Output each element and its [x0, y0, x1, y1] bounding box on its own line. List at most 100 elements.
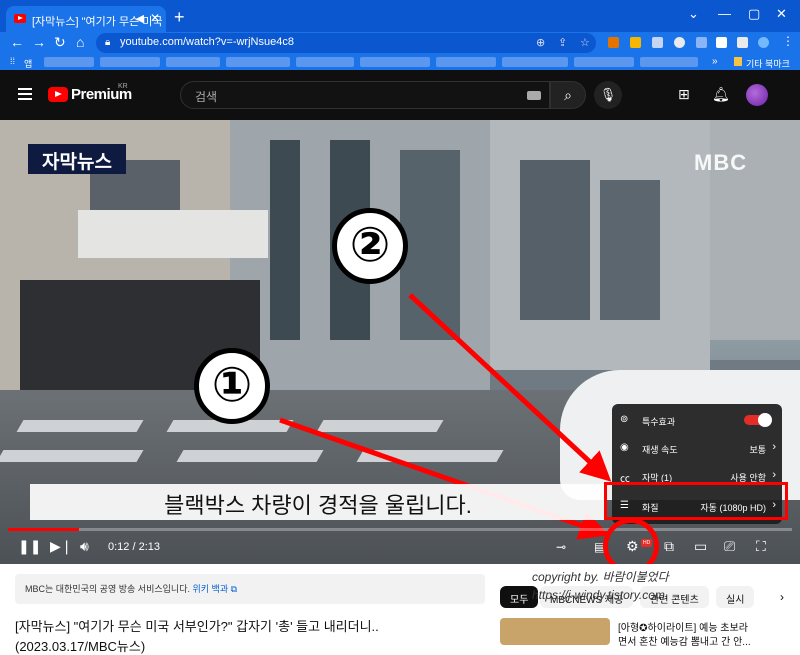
- search-icon: ⌕: [564, 87, 572, 103]
- chevron-right-icon: ›: [772, 469, 776, 481]
- menu-item-playback-speed[interactable]: ◉ 재생 속도 보통 ›: [612, 434, 782, 462]
- close-window-button[interactable]: ✕: [776, 6, 787, 22]
- notifications-bell-icon[interactable]: 🔔︎: [712, 86, 730, 103]
- bookmark-item[interactable]: [436, 57, 496, 67]
- ambient-mode-toggle[interactable]: [744, 413, 772, 427]
- bookmark-item[interactable]: [296, 57, 354, 67]
- youtube-header: Premium KR 검색 ⌕ 🎙︎ ⊞ 🔔︎: [0, 70, 800, 120]
- youtube-logo-icon[interactable]: [48, 87, 68, 102]
- sidepanel-icon[interactable]: [737, 37, 748, 48]
- theater-mode-icon[interactable]: ▭: [694, 538, 707, 555]
- autoplay-toggle[interactable]: ⊸: [556, 540, 566, 554]
- time-display: 0:12 / 2:13: [108, 541, 160, 553]
- create-video-icon[interactable]: ⊞: [678, 86, 690, 103]
- avatar[interactable]: [746, 84, 768, 106]
- share-icon[interactable]: ⇪: [558, 36, 567, 49]
- browser-toolbar: ← → ↻ ⌂ 🔒︎ youtube.com/watch?v=-wrjNsue4…: [0, 32, 800, 54]
- menu-kebab-icon[interactable]: ⋮: [782, 34, 794, 48]
- menu-item-ambient-mode[interactable]: ⊚ 특수효과: [612, 406, 782, 434]
- pause-button[interactable]: ❚❚: [18, 538, 41, 555]
- bookmark-item[interactable]: [100, 57, 160, 67]
- extension-icon[interactable]: [630, 37, 641, 48]
- bookmark-item[interactable]: [502, 57, 568, 67]
- video-subtitle: 블랙박스 차량이 경적을 울립니다.: [30, 484, 606, 520]
- reading-list-icon[interactable]: [716, 37, 727, 48]
- playback-speed-icon: ◉: [620, 442, 629, 453]
- apps-grid-icon[interactable]: ⁞⁞: [10, 56, 15, 66]
- bookmark-item[interactable]: [166, 57, 220, 67]
- next-button[interactable]: ▶❘: [50, 538, 73, 555]
- video-player[interactable]: 자막뉴스 MBC ② ① 블랙박스 차량이 경적을 울립니다. ⊚ 특수효과 ◉…: [0, 120, 800, 564]
- menu-item-label: 특수효과: [642, 417, 676, 427]
- volume-icon[interactable]: 🔊︎: [80, 538, 89, 555]
- related-line-1: [아형✪하이라이트] 예능 초보라: [618, 623, 748, 634]
- home-icon[interactable]: ⌂: [76, 34, 84, 50]
- cast-icon[interactable]: ⎚: [724, 538, 735, 555]
- microphone-icon: 🎙︎: [599, 87, 617, 102]
- info-text: MBC는 대한민국의 공영 방송 서비스입니다.: [25, 584, 190, 594]
- new-tab-button[interactable]: +: [174, 7, 185, 28]
- folder-icon: [734, 57, 742, 66]
- install-icon[interactable]: ⊕: [536, 36, 545, 49]
- related-video-title[interactable]: [아형✪하이라이트] 예능 초보라 면서 혼찬 예능감 뽐내고 간 안...: [618, 622, 751, 650]
- annotation-arrow-2: [408, 293, 612, 482]
- bookmark-item[interactable]: [44, 57, 94, 67]
- extension-icon[interactable]: [608, 37, 619, 48]
- info-panel: MBC는 대한민국의 공영 방송 서비스입니다. 위키 백과 ⧉: [15, 574, 485, 604]
- tab-close-icon[interactable]: ✕: [150, 11, 160, 25]
- extension-icon[interactable]: [652, 37, 663, 48]
- lock-icon: 🔒︎: [105, 37, 111, 48]
- browser-tab[interactable]: [자막뉴스] "여기가 무슨 미국 ◀ ✕: [6, 6, 166, 32]
- region-code: KR: [118, 83, 128, 90]
- bookmark-item[interactable]: [640, 57, 698, 67]
- url-text: youtube.com/watch?v=-wrjNsue4c8: [120, 36, 294, 48]
- info-link[interactable]: 위키 백과: [193, 584, 229, 594]
- watermark-line-1: copyright by. 바람이불었다: [532, 570, 669, 584]
- annotation-highlight-quality: [604, 482, 788, 520]
- tab-audio-icon[interactable]: ◀: [136, 12, 144, 25]
- minimize-button[interactable]: —: [718, 6, 731, 21]
- menu-item-label: 재생 속도: [642, 445, 678, 455]
- chevron-right-icon: ›: [772, 441, 776, 453]
- other-bookmarks[interactable]: 기타 북마크: [746, 57, 790, 70]
- puzzle-icon[interactable]: [696, 37, 707, 48]
- bookmarks-more-button[interactable]: »: [712, 56, 718, 67]
- bookmark-item[interactable]: [574, 57, 634, 67]
- forward-icon[interactable]: →: [32, 34, 46, 50]
- back-icon[interactable]: ←: [10, 34, 24, 50]
- progress-played: [8, 528, 79, 531]
- menu-item-value: 보통: [749, 445, 766, 455]
- miniplayer-icon[interactable]: ⧉: [664, 538, 674, 555]
- watermark-line-2: https://j-windy.tistory.com: [532, 588, 665, 602]
- keyboard-icon[interactable]: [527, 91, 541, 100]
- chevron-right-icon[interactable]: ›: [780, 590, 784, 604]
- related-video-thumbnail[interactable]: [500, 618, 610, 645]
- bookmark-item[interactable]: [226, 57, 290, 67]
- youtube-favicon-icon: [14, 14, 26, 23]
- ambient-mode-icon: ⊚: [620, 414, 629, 425]
- browser-tab-bar: [자막뉴스] "여기가 무슨 미국 ◀ ✕ + ⌄ — ▢ ✕: [0, 0, 800, 32]
- voice-search-button[interactable]: 🎙︎: [594, 81, 622, 109]
- fullscreen-icon[interactable]: ⛶: [756, 538, 766, 555]
- bookmarks-bar: ⁞⁞ 앱 » 기타 북마크: [0, 54, 800, 70]
- external-link-icon[interactable]: ⧉: [231, 584, 237, 594]
- menu-icon[interactable]: [18, 88, 32, 100]
- search-placeholder: 검색: [195, 90, 218, 104]
- maximize-button[interactable]: ▢: [748, 6, 760, 22]
- bookmark-star-icon[interactable]: ☆: [580, 36, 590, 49]
- apps-label[interactable]: 앱: [24, 57, 32, 70]
- video-title: [자막뉴스] "여기가 무슨 미국 서부인가?" 갑자기 '총' 들고 내리더니…: [15, 619, 379, 634]
- related-line-2: 면서 혼찬 예능감 뽐내고 간 안...: [618, 637, 751, 648]
- chip-live[interactable]: 실시: [716, 586, 755, 608]
- extension-icon[interactable]: [674, 37, 685, 48]
- profile-icon[interactable]: [758, 37, 769, 48]
- bookmark-item[interactable]: [360, 57, 430, 67]
- video-date: (2023.03.17/MBC뉴스): [15, 639, 146, 654]
- copyright-watermark: copyright by. 바람이불었다 https://j-windy.tis…: [532, 568, 669, 604]
- reload-icon[interactable]: ↻: [54, 34, 66, 51]
- address-bar[interactable]: 🔒︎ youtube.com/watch?v=-wrjNsue4c8 ⊕ ⇪ ☆: [96, 33, 596, 53]
- tab-search-icon[interactable]: ⌄: [688, 6, 699, 22]
- progress-bar[interactable]: [8, 528, 792, 531]
- search-button[interactable]: ⌕: [550, 81, 586, 109]
- search-input[interactable]: 검색: [180, 81, 550, 109]
